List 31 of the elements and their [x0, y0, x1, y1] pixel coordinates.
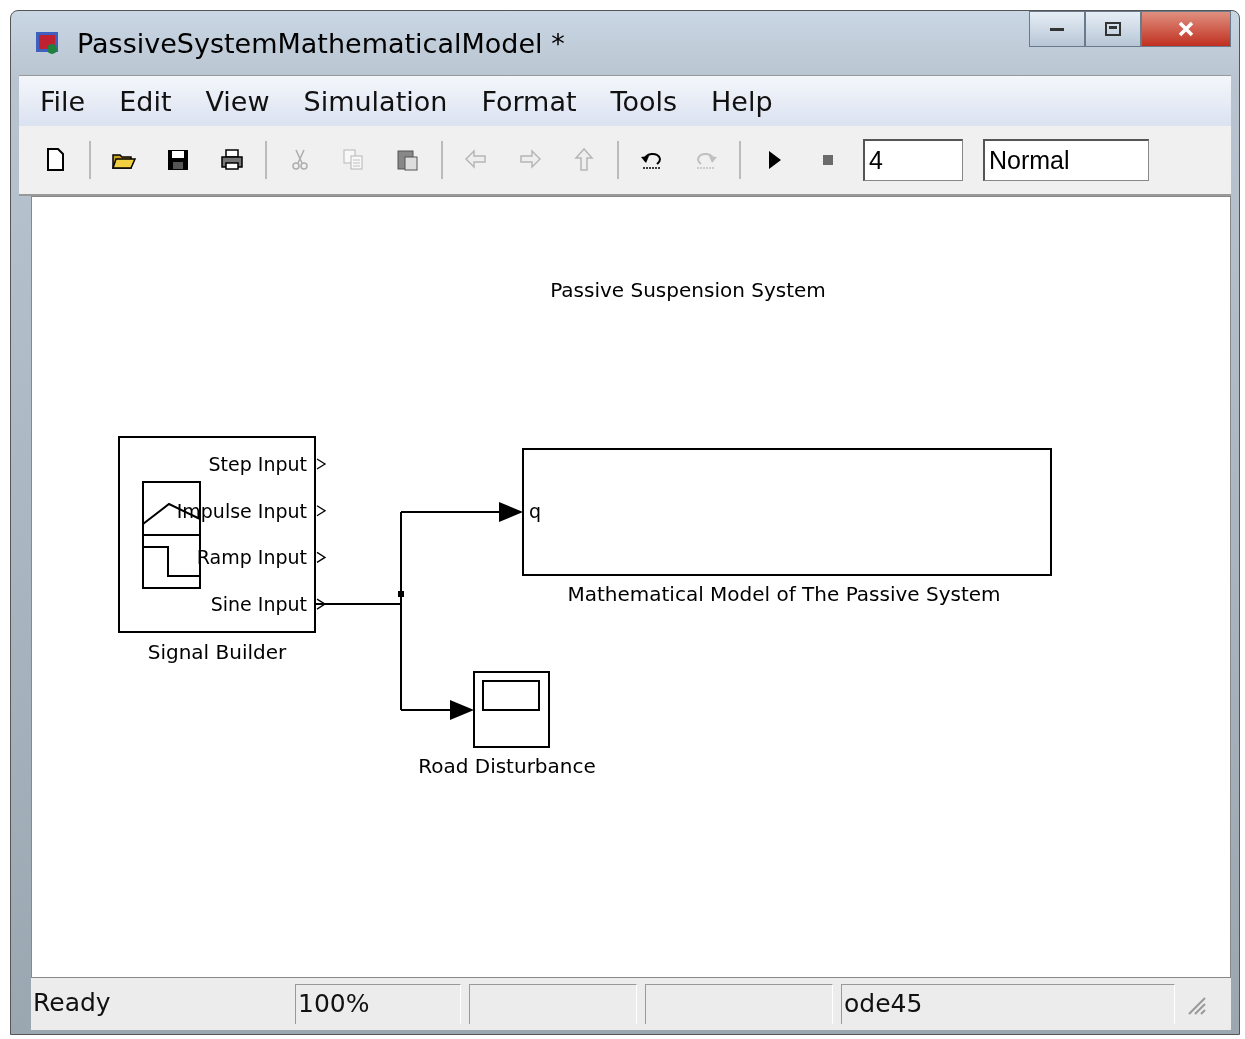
close-button[interactable]	[1141, 11, 1231, 47]
close-icon	[1177, 21, 1195, 37]
block-label: Signal Builder	[147, 640, 287, 664]
block-label: Mathematical Model of The Passive System	[567, 582, 1001, 606]
app-icon	[35, 30, 61, 56]
maximize-icon	[1104, 22, 1122, 36]
block-label: Road Disturbance	[418, 754, 596, 778]
window-title: PassiveSystemMathematicalModel *	[77, 27, 566, 59]
clipboard-icon	[395, 147, 421, 173]
menu-item[interactable]: Simulation	[286, 85, 465, 117]
status-cell: ode45	[841, 984, 1175, 1024]
branch-point	[398, 591, 404, 597]
printer-icon	[219, 147, 245, 173]
status-cell: 100%	[295, 984, 461, 1024]
menu-item[interactable]: File	[23, 85, 103, 117]
menu-item[interactable]: Help	[694, 85, 790, 117]
menu-item[interactable]: View	[188, 85, 287, 117]
port-label: Step Input	[208, 453, 307, 475]
menu-item[interactable]: Format	[464, 85, 594, 117]
status-text: Ready	[32, 987, 112, 1019]
annotation-text: Passive Suspension System	[550, 278, 826, 302]
stop-time-field[interactable]: 4	[863, 139, 963, 181]
menu-item[interactable]: Tools	[593, 85, 695, 117]
port-label: q	[529, 500, 542, 522]
minimize-button[interactable]	[1029, 11, 1085, 47]
scope-icon	[473, 671, 550, 748]
simulation-mode-field[interactable]: Normal	[983, 139, 1149, 181]
maximize-button[interactable]	[1085, 11, 1141, 47]
port-label: Sine Input	[210, 593, 307, 616]
menu-item[interactable]: Edit	[102, 85, 189, 117]
minimize-icon	[1050, 27, 1064, 31]
